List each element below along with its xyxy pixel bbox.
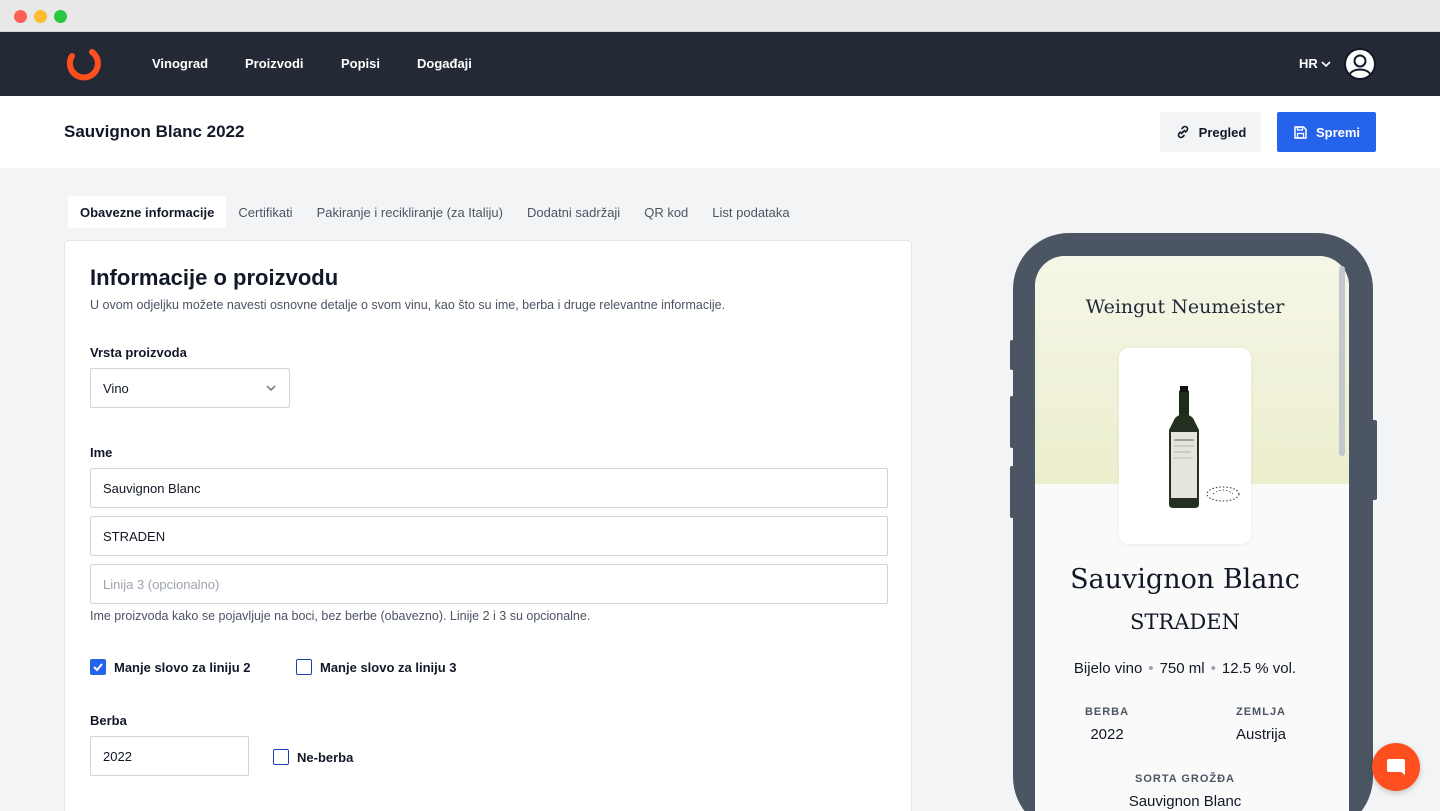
vintage-input[interactable] <box>90 736 249 776</box>
preview-country-value: Austrija <box>1235 726 1287 743</box>
section-title: Informacije o proizvodu <box>90 265 339 290</box>
product-type-select[interactable]: Vino <box>90 368 290 408</box>
name-hint: Ime proizvoda kako se pojavljuje na boci… <box>90 609 591 623</box>
page-header: Sauvignon Blanc 2022 Pregled Spremi <box>0 96 1440 168</box>
dot-separator-icon: • <box>1148 660 1154 677</box>
nav-item-vinograd[interactable]: Vinograd <box>152 56 208 71</box>
product-info-card: Informacije o proizvodu U ovom odjeljku … <box>64 240 912 811</box>
name-line3-input[interactable] <box>90 564 888 604</box>
preview-button[interactable]: Pregled <box>1160 112 1261 152</box>
preview-volume: 750 ml <box>1159 660 1205 677</box>
tab-list-podataka[interactable]: List podataka <box>700 196 801 228</box>
tab-certifikati[interactable]: Certifikati <box>226 196 304 228</box>
preview-specs: Bijelo vino • 750 ml • 12.5 % vol. <box>1035 660 1335 677</box>
wine-bottle-image <box>1169 386 1240 508</box>
top-navigation: Vinograd Proizvodi Popisi Događaji HR <box>0 32 1440 96</box>
preview-wine-type: Bijelo vino <box>1073 660 1143 677</box>
checkbox-empty-icon <box>296 659 312 675</box>
phone-screen[interactable]: Weingut Neumeister Sauvignon Blanc STRAD… <box>1035 256 1349 811</box>
preview-grape-label: SORTA GROŽĐA <box>1135 773 1235 785</box>
preview-vintage-value: 2022 <box>1090 726 1124 743</box>
preview-button-label: Pregled <box>1198 124 1247 140</box>
preview-country-label: ZEMLJA <box>1236 706 1286 718</box>
name-line1-input[interactable] <box>90 468 888 508</box>
tab-dodatni-sadrzaji[interactable]: Dodatni sadržaji <box>515 196 632 228</box>
phone-side-button <box>1010 340 1014 370</box>
chat-support-button[interactable] <box>1372 743 1420 791</box>
maximize-window-icon[interactable] <box>54 10 67 23</box>
product-type-label: Vrsta proizvoda <box>90 345 187 360</box>
save-button[interactable]: Spremi <box>1277 112 1376 152</box>
save-button-label: Spremi <box>1315 124 1361 140</box>
lowercase-line3-checkbox[interactable]: Manje slovo za liniju 3 <box>296 659 457 675</box>
preview-grape-value: Sauvignon Blanc <box>1128 793 1242 810</box>
lowercase-line2-checkbox[interactable]: Manje slovo za liniju 2 <box>90 659 251 675</box>
phone-side-button <box>1010 396 1014 448</box>
section-description: U ovom odjeljku možete navesti osnovne d… <box>90 298 726 312</box>
nav-item-dogadaji[interactable]: Događaji <box>417 56 472 71</box>
product-type-value: Vino <box>103 380 129 396</box>
page-title: Sauvignon Blanc 2022 <box>64 122 245 141</box>
link-icon <box>1177 125 1188 139</box>
name-label: Ime <box>90 445 113 460</box>
tab-obavezne-informacije[interactable]: Obavezne informacije <box>68 196 227 228</box>
preview-wine-line2: STRADEN <box>1130 610 1240 634</box>
close-window-icon[interactable] <box>14 10 27 23</box>
tab-qr-kod[interactable]: QR kod <box>632 196 700 228</box>
non-vintage-label: Ne-berba <box>297 749 354 765</box>
tab-pakiranje[interactable]: Pakiranje i recikliranje (za Italiju) <box>305 196 515 228</box>
phone-side-button <box>1372 420 1377 500</box>
bottle-image-card <box>1119 348 1251 544</box>
preview-vintage-label: BERBA <box>1084 706 1130 718</box>
winery-name: Weingut Neumeister <box>1085 296 1285 318</box>
checkbox-empty-icon <box>273 749 289 765</box>
chat-bubble-icon <box>1387 759 1405 775</box>
preview-wine-name: Sauvignon Blanc <box>1070 564 1300 595</box>
dot-separator-icon: • <box>1210 660 1216 677</box>
name-line2-input[interactable] <box>90 516 888 556</box>
chevron-down-icon <box>1321 60 1331 67</box>
phone-side-button <box>1010 466 1014 518</box>
window-titlebar <box>0 0 1440 32</box>
language-selector[interactable]: HR <box>1299 56 1332 71</box>
save-disk-icon <box>1294 125 1307 139</box>
section-tabs: Obavezne informacije Certifikati Pakiran… <box>68 196 802 228</box>
language-label: HR <box>1299 56 1318 71</box>
nav-item-popisi[interactable]: Popisi <box>341 56 380 71</box>
checkbox-checked-icon <box>90 659 106 675</box>
nav-item-proizvodi[interactable]: Proizvodi <box>245 56 304 71</box>
lowercase-line3-label: Manje slovo za liniju 3 <box>320 659 457 675</box>
preview-alcohol: 12.5 % vol. <box>1221 660 1297 677</box>
lowercase-line2-label: Manje slovo za liniju 2 <box>114 659 251 675</box>
minimize-window-icon[interactable] <box>34 10 47 23</box>
non-vintage-checkbox[interactable]: Ne-berba <box>273 749 353 765</box>
user-avatar-icon[interactable] <box>1343 47 1377 81</box>
brand-logo-icon[interactable] <box>62 46 102 82</box>
vintage-label: Berba <box>90 713 127 728</box>
preview-scrollbar[interactable] <box>1339 266 1345 456</box>
chevron-down-icon <box>266 385 276 392</box>
